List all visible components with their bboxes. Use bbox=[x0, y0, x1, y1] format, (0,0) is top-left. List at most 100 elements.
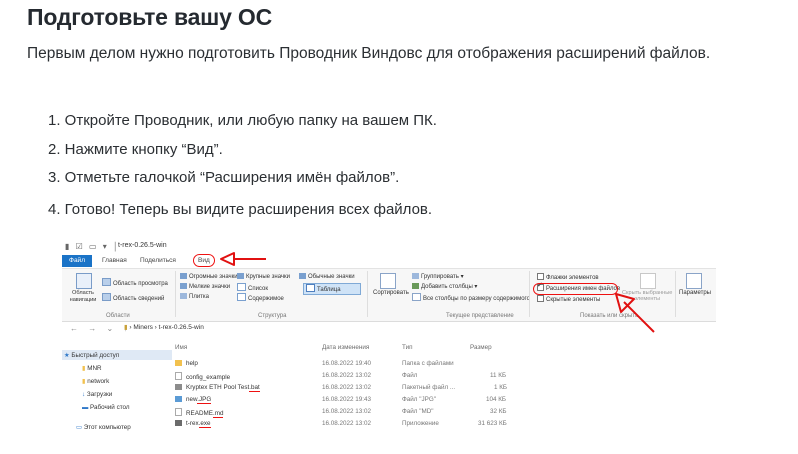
file-name: config_example bbox=[186, 374, 231, 381]
tab-file[interactable]: Файл bbox=[62, 255, 92, 267]
file-size: 32 КБ bbox=[490, 408, 507, 415]
sidebar-item-this-pc[interactable]: ▭ Этот компьютер bbox=[76, 424, 131, 431]
layout-list[interactable]: Список bbox=[237, 283, 268, 292]
sidebar: ★ Быстрый доступ ▮ MNR ▮ network ↓ Загру… bbox=[62, 344, 172, 438]
sort-button[interactable]: Сортировать bbox=[373, 290, 409, 296]
column-header-type[interactable]: Тип bbox=[402, 344, 413, 351]
add-columns-button[interactable]: Добавить столбцы ▾ bbox=[412, 283, 477, 290]
preview-pane-button[interactable]: Область просмотра bbox=[102, 278, 168, 287]
sidebar-label: network bbox=[87, 378, 110, 385]
sidebar-item-downloads[interactable]: ↓ Загрузки bbox=[82, 391, 112, 398]
folder-icon bbox=[175, 360, 182, 366]
file-row[interactable]: help 16.08.2022 19:40 Папка с файлами bbox=[172, 359, 716, 370]
normal-icons-icon bbox=[299, 273, 306, 279]
file-row[interactable]: Kryptex ETH Pool Test.bat 16.08.2022 13:… bbox=[172, 383, 716, 394]
huge-icons-icon bbox=[180, 273, 187, 279]
group-label-layout: Структура bbox=[258, 313, 287, 319]
view-tab-highlight bbox=[193, 254, 215, 267]
small-icons-label: Мелкие значки bbox=[189, 284, 231, 290]
file-name-stem: t-rex bbox=[186, 420, 199, 427]
tiles-icon bbox=[180, 293, 187, 299]
file-name-stem: README bbox=[186, 410, 213, 417]
sidebar-item-quick-access[interactable]: ★ Быстрый доступ bbox=[64, 352, 119, 359]
column-header-date[interactable]: Дата изменения bbox=[322, 344, 369, 351]
navigation-pane-icon[interactable] bbox=[76, 273, 92, 289]
item-checkboxes-checkbox[interactable] bbox=[537, 273, 544, 280]
column-header-size[interactable]: Размер bbox=[470, 344, 492, 351]
group-by-label: Группировать bbox=[421, 274, 459, 280]
breadcrumb[interactable]: ▮ › Miners › t-rex-0.26.5-win bbox=[124, 323, 204, 331]
sort-icon[interactable] bbox=[380, 273, 396, 289]
sidebar-label: Рабочий стол bbox=[90, 404, 130, 411]
sidebar-item-mnr[interactable]: ▮ MNR bbox=[82, 365, 102, 372]
exe-file-icon bbox=[175, 420, 182, 426]
sidebar-item-network[interactable]: ▮ network bbox=[82, 378, 109, 385]
image-file-icon bbox=[175, 396, 182, 402]
layout-small-icons[interactable]: Мелкие значки bbox=[180, 283, 230, 290]
fit-columns-label: Все столбцы по размеру содержимого bbox=[423, 296, 530, 302]
navigation-arrows[interactable]: ← → ⌄ ↑ bbox=[70, 324, 131, 333]
large-icons-icon bbox=[237, 273, 244, 279]
file-extension-underlined: .bat bbox=[249, 384, 260, 392]
navigation-pane-button[interactable]: Область навигации bbox=[68, 290, 98, 304]
file-icon bbox=[175, 408, 182, 416]
group-label-current-view: Текущее представление bbox=[446, 313, 514, 319]
file-icon bbox=[175, 372, 182, 380]
sidebar-item-desktop[interactable]: ▬ Рабочий стол bbox=[82, 404, 130, 411]
options-button[interactable]: Параметры bbox=[679, 290, 711, 296]
file-type: Приложение bbox=[402, 420, 439, 427]
group-by-button[interactable]: Группировать ▾ bbox=[412, 273, 464, 280]
layout-table[interactable]: Таблица bbox=[306, 284, 341, 293]
file-date: 16.08.2022 13:02 bbox=[322, 372, 372, 379]
hidden-items-toggle[interactable]: Скрытые элементы bbox=[537, 295, 600, 303]
list-icon bbox=[237, 283, 246, 291]
group-label-panes: Области bbox=[106, 313, 130, 319]
layout-normal-icons[interactable]: Обычные значки bbox=[299, 273, 355, 280]
content-icon bbox=[237, 293, 246, 301]
details-pane-button[interactable]: Область сведений bbox=[102, 293, 164, 302]
group-by-icon bbox=[412, 273, 419, 279]
column-header-name[interactable]: Имя bbox=[175, 344, 187, 351]
file-row[interactable]: new.JPG 16.08.2022 19:43 Файл "JPG" 104 … bbox=[172, 395, 716, 406]
layout-content[interactable]: Содержимое bbox=[237, 293, 284, 302]
breadcrumb-current[interactable]: t-rex-0.26.5-win bbox=[159, 324, 204, 331]
layout-large-icons[interactable]: Крупные значки bbox=[237, 273, 290, 280]
tab-home[interactable]: Главная bbox=[102, 257, 127, 264]
tab-share[interactable]: Поделиться bbox=[140, 257, 176, 264]
file-date: 16.08.2022 13:02 bbox=[322, 408, 372, 415]
fit-columns-button[interactable]: Все столбцы по размеру содержимого bbox=[412, 293, 530, 302]
file-date: 16.08.2022 19:43 bbox=[322, 396, 372, 403]
file-type: Пакетный файл ... bbox=[402, 384, 456, 391]
ribbon-tabs: Файл Главная Поделиться Вид bbox=[62, 254, 716, 268]
window-title: t-rex-0.26.5-win bbox=[118, 242, 167, 249]
list-label: Список bbox=[248, 286, 268, 292]
large-icons-label: Крупные значки bbox=[246, 274, 291, 280]
file-row[interactable]: config_example 16.08.2022 13:02 Файл 11 … bbox=[172, 371, 716, 382]
folder-icon: ▮ bbox=[82, 378, 86, 385]
sidebar-label: Загрузки bbox=[86, 391, 113, 398]
explorer-screenshot: ▮ ☑ ▭ ▾ │ t-rex-0.26.5-win Файл Главная … bbox=[62, 238, 716, 438]
arrow-to-view-tab bbox=[220, 252, 266, 266]
layout-tiles[interactable]: Плитка bbox=[180, 293, 209, 300]
intro-paragraph: Первым делом нужно подготовить Проводник… bbox=[27, 45, 711, 62]
ribbon-separator bbox=[175, 271, 176, 317]
small-icons-icon bbox=[180, 283, 187, 289]
file-extension-underlined: .md bbox=[212, 410, 224, 418]
section-heading: Подготовьте вашу ОС bbox=[27, 4, 273, 30]
hidden-items-checkbox[interactable] bbox=[537, 295, 544, 302]
file-row[interactable]: t-rex.exe 16.08.2022 13:02 Приложение 31… bbox=[172, 419, 716, 430]
file-extension-underlined: .exe bbox=[198, 420, 211, 428]
options-icon[interactable] bbox=[686, 273, 702, 289]
content-label: Содержимое bbox=[248, 296, 284, 302]
file-row[interactable]: README.md 16.08.2022 13:02 Файл "MD" 32 … bbox=[172, 407, 716, 418]
file-size: 31 623 КБ bbox=[478, 420, 507, 427]
file-extensions-highlight bbox=[533, 283, 618, 295]
file-date: 16.08.2022 13:02 bbox=[322, 420, 372, 427]
ribbon-separator bbox=[367, 271, 368, 317]
file-date: 16.08.2022 13:02 bbox=[322, 384, 372, 391]
breadcrumb-miners[interactable]: Miners bbox=[133, 324, 153, 331]
layout-huge-icons[interactable]: Огромные значки bbox=[180, 273, 238, 280]
item-checkboxes-toggle[interactable]: Флажки элементов bbox=[537, 273, 599, 281]
normal-icons-label: Обычные значки bbox=[308, 274, 355, 280]
address-bar: ← → ⌄ ↑ ▮ › Miners › t-rex-0.26.5-win bbox=[62, 322, 716, 336]
